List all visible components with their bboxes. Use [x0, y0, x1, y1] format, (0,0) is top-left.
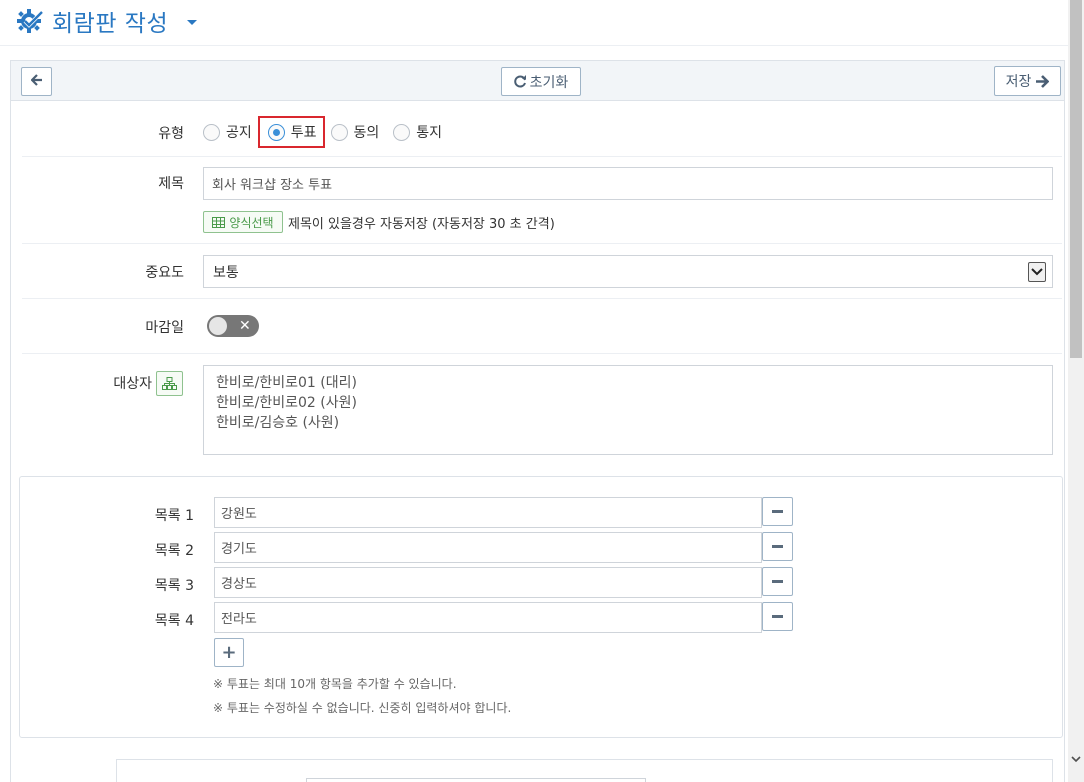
minus-icon [772, 615, 783, 618]
refresh-icon [513, 75, 527, 88]
targets-label: 대상자 [113, 376, 152, 392]
target-item: 한비로/한비로01 (대리) [216, 375, 357, 391]
reset-label: 초기화 [529, 74, 569, 91]
item-label: 목록 4 [154, 613, 194, 629]
scroll-down-icon[interactable] [1068, 750, 1084, 768]
remove-item-button[interactable] [762, 602, 793, 631]
minus-icon [772, 580, 783, 583]
remove-item-button[interactable] [762, 497, 793, 526]
template-select-button[interactable]: 양식선택 [203, 211, 283, 233]
close-icon: ✕ [239, 318, 251, 334]
subject-label: 제목 [158, 176, 184, 192]
radio-circle-icon [203, 123, 220, 141]
gear-check-icon [16, 8, 44, 34]
reset-button[interactable]: 초기화 [501, 67, 581, 96]
no-edit-note: ※ 투표는 수정하실 수 없습니다. 신중히 입력하셔야 합니다. [213, 701, 512, 715]
divider [22, 353, 1062, 354]
autosave-note: 제목이 있을경우 자동저장 (자동저장 30 초 간격) [288, 217, 555, 232]
item-input[interactable]: 경상도 [214, 567, 762, 598]
org-chart-button[interactable] [156, 371, 183, 396]
minus-icon [772, 510, 783, 513]
importance-select[interactable]: 보통 [203, 255, 1053, 288]
target-item: 한비로/김승호 (사원) [216, 415, 340, 431]
item-label: 목록 3 [154, 578, 194, 594]
toggle-knob [209, 317, 227, 335]
minus-icon [772, 545, 783, 548]
item-input[interactable]: 경기도 [214, 532, 762, 563]
radio-circle-icon [393, 123, 411, 141]
radio-circle-icon [330, 123, 348, 141]
deadline-label: 마감일 [145, 320, 184, 336]
selection-highlight [258, 116, 325, 148]
item-label: 목록 2 [154, 543, 194, 559]
subject-input[interactable]: 회사 워크샵 장소 투표 [203, 167, 1053, 200]
radio-notice[interactable]: 공지 [203, 122, 252, 142]
divider [22, 156, 1062, 157]
plus-icon: + [221, 642, 237, 663]
divider [22, 298, 1062, 299]
radio-notify[interactable]: 통지 [393, 122, 442, 142]
next-section-field [306, 778, 646, 782]
item-input[interactable]: 전라도 [214, 602, 762, 633]
chevron-down-icon [1028, 262, 1046, 282]
radio-agree[interactable]: 동의 [330, 122, 379, 142]
type-radio-group: 공지 투표 동의 통지 [203, 119, 456, 145]
target-item: 한비로/한비로02 (사원) [216, 395, 357, 411]
toolbar: 초기화 저장 [11, 61, 1064, 101]
divider [22, 243, 1062, 244]
max-items-note: ※ 투표는 최대 10개 항목을 추가할 수 있습니다. [213, 677, 457, 691]
arrow-left-icon [29, 73, 43, 90]
org-chart-icon [162, 377, 177, 390]
item-input[interactable]: 강원도 [214, 497, 762, 528]
targets-list[interactable]: 한비로/한비로01 (대리) 한비로/한비로02 (사원) 한비로/김승호 (사… [203, 365, 1053, 455]
vertical-scrollbar[interactable] [1068, 0, 1084, 782]
save-button[interactable]: 저장 [994, 66, 1061, 96]
page-title: 회람판 작성 [52, 11, 169, 37]
remove-item-button[interactable] [762, 567, 793, 596]
back-button[interactable] [21, 67, 52, 96]
item-label: 목록 1 [154, 508, 194, 524]
save-label: 저장 [1005, 74, 1032, 90]
arrow-right-icon [1035, 74, 1050, 88]
importance-label: 중요도 [145, 265, 184, 281]
remove-item-button[interactable] [762, 532, 793, 561]
scrollbar-thumb[interactable] [1070, 0, 1082, 358]
deadline-toggle[interactable]: ✕ [207, 315, 259, 337]
type-label: 유형 [158, 126, 184, 142]
title-dropdown-caret-icon[interactable] [187, 20, 197, 25]
add-item-button[interactable]: + [214, 638, 244, 667]
table-icon [212, 216, 226, 228]
page-header: 회람판 작성 [0, 0, 1068, 46]
